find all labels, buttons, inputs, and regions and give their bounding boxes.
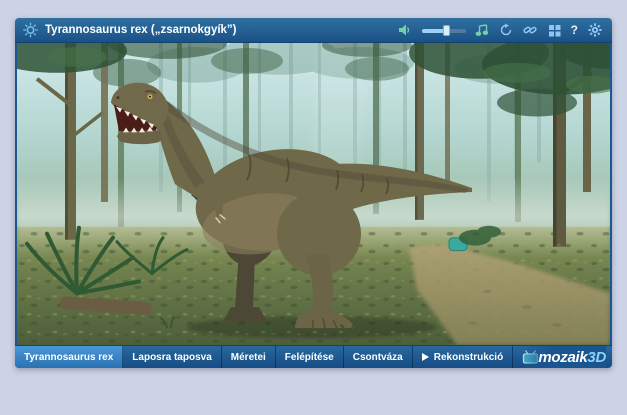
page-background: Tyrannosaurus rex („zsarnokgyík”) bbox=[0, 0, 627, 415]
volume-slider-handle[interactable] bbox=[443, 25, 450, 36]
mozaik3d-logo[interactable]: mozaik3D bbox=[520, 346, 606, 368]
tab-tyrannosaurus-rex[interactable]: Tyrannosaurus rex bbox=[15, 346, 123, 368]
tab-label: Felépítése bbox=[285, 352, 334, 363]
tab-laposra-taposva[interactable]: Laposra taposva bbox=[123, 346, 221, 368]
tab-label: Rekonstrukció bbox=[434, 352, 503, 363]
forest-scene bbox=[17, 43, 610, 345]
bottom-tab-bar: Tyrannosaurus rex Laposra taposva Mérete… bbox=[15, 345, 612, 368]
page-title: Tyrannosaurus rex („zsarnokgyík”) bbox=[45, 24, 237, 36]
volume-icon[interactable] bbox=[398, 23, 413, 38]
logo-text-secondary: 3D bbox=[587, 349, 606, 366]
volume-slider[interactable] bbox=[422, 23, 466, 38]
tab-label: Laposra taposva bbox=[132, 352, 211, 363]
tab-label: Tyrannosaurus rex bbox=[24, 352, 113, 363]
settings-gear-icon[interactable] bbox=[587, 23, 602, 38]
titlebar-toolbar: ? bbox=[398, 23, 604, 38]
title-bar: Tyrannosaurus rex („zsarnokgyík”) bbox=[15, 18, 612, 43]
tab-label: Csontváza bbox=[353, 352, 403, 363]
play-icon bbox=[422, 353, 429, 361]
app-window: Tyrannosaurus rex („zsarnokgyík”) bbox=[15, 18, 612, 368]
tab-meretei[interactable]: Méretei bbox=[222, 346, 276, 368]
help-icon[interactable]: ? bbox=[571, 23, 578, 38]
logo-text-primary: mozaik bbox=[538, 349, 587, 366]
tab-rekonstrukcio[interactable]: Rekonstrukció bbox=[413, 346, 513, 368]
tab-label: Méretei bbox=[231, 352, 266, 363]
music-note-icon[interactable] bbox=[475, 23, 490, 38]
grid-icon[interactable] bbox=[547, 23, 562, 38]
replay-icon[interactable] bbox=[499, 23, 514, 38]
tab-felepitese[interactable]: Felépítése bbox=[276, 346, 344, 368]
app-logo-sun-icon bbox=[23, 23, 38, 38]
3d-viewport[interactable] bbox=[15, 43, 612, 345]
tab-csontvaza[interactable]: Csontváza bbox=[344, 346, 413, 368]
link-icon[interactable] bbox=[523, 23, 538, 38]
